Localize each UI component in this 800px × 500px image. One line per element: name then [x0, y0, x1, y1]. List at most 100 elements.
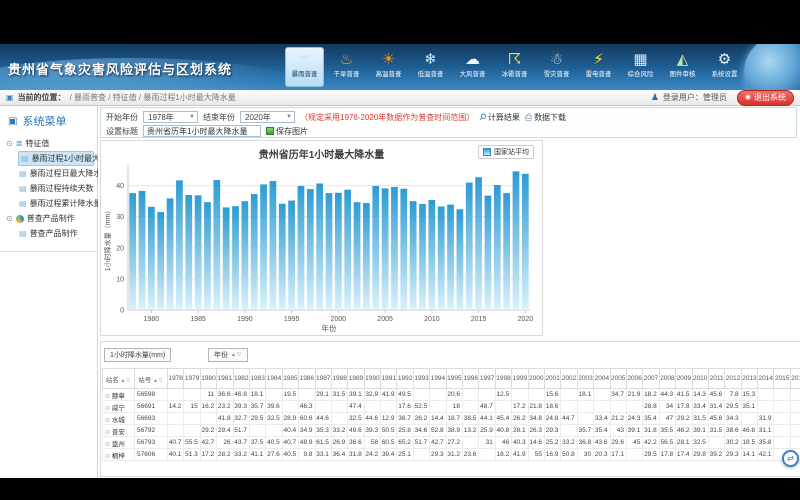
year-column-header[interactable]: 1996 [463, 369, 479, 389]
value-cell: 29.5 [725, 401, 741, 413]
tree-item[interactable]: ▤暴雨过程累计降水量 [18, 196, 94, 211]
year-column-header[interactable]: 2003 [577, 369, 593, 389]
table-row[interactable]: ⊙ 桐梓5760640.151.317.228.233.241.127.640.… [103, 449, 800, 461]
nav-item-10[interactable]: ◭图件审核 [663, 47, 702, 87]
year-column-header[interactable]: 2013 [741, 369, 757, 389]
year-column-header[interactable]: 2000 [528, 369, 544, 389]
year-column-header[interactable]: 2001 [544, 369, 560, 389]
year-column-header[interactable]: 2007 [643, 369, 659, 389]
year-column-header[interactable]: 1999 [512, 369, 528, 389]
nav-item-4[interactable]: ❄低温普查 [411, 47, 450, 87]
year-column-header[interactable]: 1985 [282, 369, 298, 389]
composite-risk-icon: ▦ [622, 50, 659, 70]
logout-button[interactable]: ◉ 退出系统 [737, 90, 794, 106]
id-header[interactable]: 站号 [138, 377, 151, 384]
row-expander-icon[interactable]: ⊙ [105, 406, 110, 412]
value-cell: 41.9 [381, 389, 397, 401]
year-column-header[interactable]: 1984 [266, 369, 282, 389]
sort-filter-icons[interactable]: ▲▽ [231, 352, 242, 358]
row-expander-icon[interactable]: ⊙ [105, 454, 110, 460]
year-column-header[interactable]: 1988 [331, 369, 347, 389]
row-expander-icon[interactable]: ⊙ [105, 394, 110, 400]
year-column-header[interactable]: 1979 [184, 369, 200, 389]
value-cell: 31 [479, 437, 495, 449]
table-row[interactable]: ⊙ 威宁5669114.21516.223.239.335.739.646.34… [103, 401, 800, 413]
end-year-select[interactable]: 2020年 ▼ [240, 111, 295, 123]
sort-filter-icons[interactable]: ▲▽ [153, 378, 164, 384]
year-column-header[interactable]: 2012 [725, 369, 741, 389]
svg-text:1985: 1985 [190, 316, 206, 323]
floating-widget-icon[interactable]: ⇄ [782, 450, 799, 467]
column-field-button[interactable]: 年份 ▲▽ [208, 348, 248, 362]
calc-result-button[interactable]: ⚲ 计算结果 [479, 112, 520, 123]
year-column-header[interactable]: 2005 [610, 369, 626, 389]
year-column-header[interactable]: 1982 [233, 369, 249, 389]
name-header[interactable]: 站名 [106, 377, 119, 384]
lightning-icon: ⚡ [580, 50, 617, 70]
value-cell [790, 425, 800, 437]
nav-item-1[interactable]: ☔暴雨普查 [285, 47, 324, 87]
year-column-header[interactable]: 2016 [790, 369, 800, 389]
row-expander-icon[interactable]: ⊙ [105, 418, 110, 424]
tree-item[interactable]: ▤暴雨过程1小时最大降水量 [18, 151, 94, 166]
row-expander-icon[interactable]: ⊙ [105, 442, 110, 448]
nav-item-label: 干旱普查 [329, 70, 363, 78]
menu-icon: ▣ [8, 116, 17, 127]
chart-title-input[interactable] [143, 125, 261, 137]
tree-group-label: 普查产品制作 [27, 213, 75, 224]
year-column-header[interactable]: 1995 [446, 369, 462, 389]
measure-field-button[interactable]: 1小时降水量(mm) [104, 348, 171, 362]
year-column-header[interactable]: 1983 [249, 369, 265, 389]
value-cell: 17.4 [676, 449, 692, 461]
tree-group-2[interactable]: ⊙ 普查产品制作 [5, 211, 94, 226]
year-column-header[interactable]: 2015 [774, 369, 790, 389]
value-cell: 31.9 [758, 413, 774, 425]
tree-group-1[interactable]: ⊙≣特征值 [5, 136, 94, 151]
year-column-header[interactable]: 1993 [413, 369, 429, 389]
year-column-header[interactable]: 1986 [299, 369, 315, 389]
year-column-header[interactable]: 2014 [758, 369, 774, 389]
year-column-header[interactable]: 1992 [397, 369, 413, 389]
year-column-header[interactable]: 2010 [692, 369, 708, 389]
tree-item[interactable]: ▤暴雨过程持续天数 [18, 181, 94, 196]
table-row[interactable]: ⊙ 普安5679229.229.451.740.434.935.333.249.… [103, 425, 800, 437]
nav-item-3[interactable]: ☀高温普查 [369, 47, 408, 87]
nav-item-6[interactable]: ☈冰雹普查 [495, 47, 534, 87]
table-row[interactable]: ⊙ 赫章565981136.646.818.119.529.131.539.13… [103, 389, 800, 401]
year-column-header[interactable]: 1998 [495, 369, 511, 389]
year-column-header[interactable]: 1991 [381, 369, 397, 389]
nav-item-2[interactable]: ♨干旱普查 [327, 47, 366, 87]
value-cell: 42.7 [430, 437, 446, 449]
year-column-header[interactable]: 2011 [708, 369, 724, 389]
year-column-header[interactable]: 1990 [364, 369, 380, 389]
data-download-button[interactable]: ⎙ 数据下载 [525, 112, 566, 123]
year-column-header[interactable]: 1981 [217, 369, 233, 389]
year-column-header[interactable]: 1980 [200, 369, 216, 389]
nav-item-7[interactable]: ☃雪灾普查 [537, 47, 576, 87]
tree-item[interactable]: ▤暴雨过程日最大降水量 [18, 166, 94, 181]
start-year-select[interactable]: 1978年 ▼ [143, 111, 198, 123]
year-column-header[interactable]: 2006 [626, 369, 642, 389]
year-column-header[interactable]: 1989 [348, 369, 364, 389]
save-image-button[interactable]: 保存图片 [266, 126, 308, 137]
year-column-header[interactable]: 1987 [315, 369, 331, 389]
year-column-header[interactable]: 2008 [659, 369, 675, 389]
year-column-header[interactable]: 2002 [561, 369, 577, 389]
row-expander-icon[interactable]: ⊙ [105, 430, 110, 436]
year-column-header[interactable]: 1978 [168, 369, 184, 389]
tree-item[interactable]: ▤普查产品制作 [18, 226, 94, 241]
table-row[interactable]: ⊙ 水城5669341.832.729.532.528.960.644.632.… [103, 413, 800, 425]
year-column-header[interactable]: 2009 [676, 369, 692, 389]
expander-icon[interactable]: ⊙ [6, 139, 13, 148]
nav-item-11[interactable]: ⚙系统设置 [705, 47, 744, 87]
sort-filter-icons[interactable]: ▲▽ [121, 378, 132, 384]
year-column-header[interactable]: 1997 [479, 369, 495, 389]
nav-item-5[interactable]: ☁大风普查 [453, 47, 492, 87]
value-cell: 26.9 [331, 437, 347, 449]
expander-icon[interactable]: ⊙ [6, 214, 13, 223]
nav-item-8[interactable]: ⚡雷电普查 [579, 47, 618, 87]
nav-item-9[interactable]: ▦综合风险 [621, 47, 660, 87]
year-column-header[interactable]: 2004 [594, 369, 610, 389]
year-column-header[interactable]: 1994 [430, 369, 446, 389]
table-row[interactable]: ⊙ 盘州5679340.755.542.72643.737.540.540.74… [103, 437, 800, 449]
